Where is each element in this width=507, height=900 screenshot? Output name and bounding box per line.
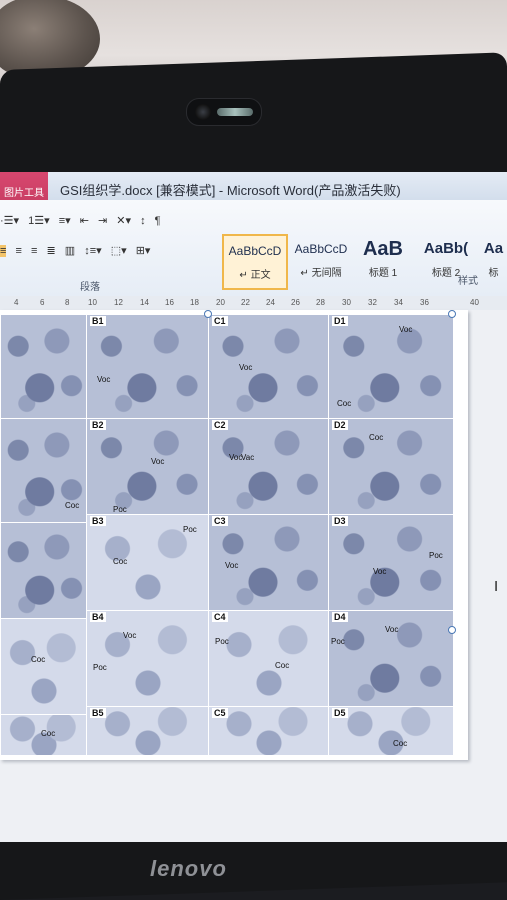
distributed-icon[interactable]: ▥ (65, 244, 75, 257)
panel-d5: D5 Coc (328, 706, 454, 756)
style-heading-2[interactable]: AaBb( 标题 2 (418, 234, 474, 286)
bullets-icon[interactable]: ·☰▾ (0, 214, 19, 227)
align-right-icon[interactable]: ≡ (31, 245, 37, 257)
panel-b4: B4 Voc Poc (86, 610, 210, 708)
title-bar: GSI组织学.docx [兼容模式] - Microsoft Word(产品激活… (0, 172, 507, 201)
resize-handle-top[interactable] (204, 310, 212, 318)
panel-c1: C1 Voc (208, 314, 330, 420)
multilevel-icon[interactable]: ≡▾ (59, 214, 71, 227)
sort-icon[interactable]: ↕ (140, 215, 146, 227)
ribbon: ·☰▾ 1☰▾ ≡▾ ⇤ ⇥ ✕▾ ↕ ¶ ≡ ≡ ≡ ≣ ▥ ↕≡▾ ⬚▾ ⊞… (0, 200, 507, 297)
resize-handle-right[interactable] (448, 626, 456, 634)
window-title: GSI组织学.docx [兼容模式] - Microsoft Word(产品激活… (60, 183, 401, 198)
panel-a3 (0, 522, 88, 620)
panel-a4: Coc (0, 618, 88, 716)
style-title[interactable]: Aa 标 (480, 234, 507, 286)
justify-icon[interactable]: ≣ (46, 244, 55, 257)
panel-c4: C4 Poc Coc (208, 610, 330, 708)
document-area: Coc Coc Coc B1 Voc C1 Voc D1 Voc Coc B2 … (0, 310, 507, 842)
picture-tools-label: 图片工具 (4, 188, 44, 199)
horizontal-ruler[interactable]: 4 6 8 10 12 14 16 18 20 22 24 26 28 30 3… (0, 296, 507, 311)
align-center-icon[interactable]: ≡ (15, 245, 21, 257)
line-spacing-icon[interactable]: ↕≡▾ (84, 244, 101, 257)
panel-d4: D4 Poc Voc (328, 610, 454, 708)
panel-a1 (0, 314, 88, 420)
panel-b5: B5 (86, 706, 210, 756)
panel-d2: D2 Coc (328, 418, 454, 516)
panel-c2: C2 Voc Vac (208, 418, 330, 516)
panel-a5: Coc (0, 714, 88, 756)
show-marks-icon[interactable]: ¶ (155, 215, 161, 227)
paragraph-row-2: ≡ ≡ ≡ ≣ ▥ ↕≡▾ ⬚▾ ⊞▾ (0, 244, 156, 266)
panel-c3: C3 Voc (208, 514, 330, 612)
style-no-spacing[interactable]: AaBbCcD ↵ 无间隔 (290, 234, 352, 286)
laptop-screen: GSI组织学.docx [兼容模式] - Microsoft Word(产品激活… (0, 172, 507, 842)
webcam (186, 98, 262, 126)
chinese-layout-icon[interactable]: ✕▾ (116, 214, 131, 227)
numbering-icon[interactable]: 1☰▾ (28, 214, 50, 227)
resize-handle-top-right[interactable] (448, 310, 456, 318)
paragraph-row-1: ·☰▾ 1☰▾ ≡▾ ⇤ ⇥ ✕▾ ↕ ¶ (0, 214, 167, 236)
brand-logo: lenovo (150, 856, 227, 881)
histology-figure[interactable]: Coc Coc Coc B1 Voc C1 Voc D1 Voc Coc B2 … (0, 310, 456, 756)
borders-icon[interactable]: ⊞▾ (136, 244, 151, 257)
panel-b3: B3 Coc Poc (86, 514, 210, 612)
webcam-lens (195, 104, 211, 120)
decrease-indent-icon[interactable]: ⇤ (80, 214, 89, 227)
shading-icon[interactable]: ⬚▾ (111, 244, 127, 257)
panel-b2: B2 Voc Poc (86, 418, 210, 516)
webcam-light (217, 108, 253, 116)
text-cursor-icon: Ⅰ (494, 578, 499, 594)
panel-d3: D3 Voc Poc (328, 514, 454, 612)
panel-a2: Coc (0, 418, 88, 524)
style-heading-1[interactable]: AaB 标题 1 (354, 234, 412, 286)
paragraph-group-label: 段落 (80, 282, 100, 293)
panel-c5: C5 (208, 706, 330, 756)
panel-d1: D1 Voc Coc (328, 314, 454, 420)
increase-indent-icon[interactable]: ⇥ (98, 214, 107, 227)
document-page[interactable]: Coc Coc Coc B1 Voc C1 Voc D1 Voc Coc B2 … (0, 310, 468, 760)
align-left-icon[interactable]: ≡ (0, 245, 7, 257)
style-normal[interactable]: AaBbCcD ↵ 正文 (222, 234, 288, 290)
panel-b1: B1 Voc (86, 314, 210, 420)
